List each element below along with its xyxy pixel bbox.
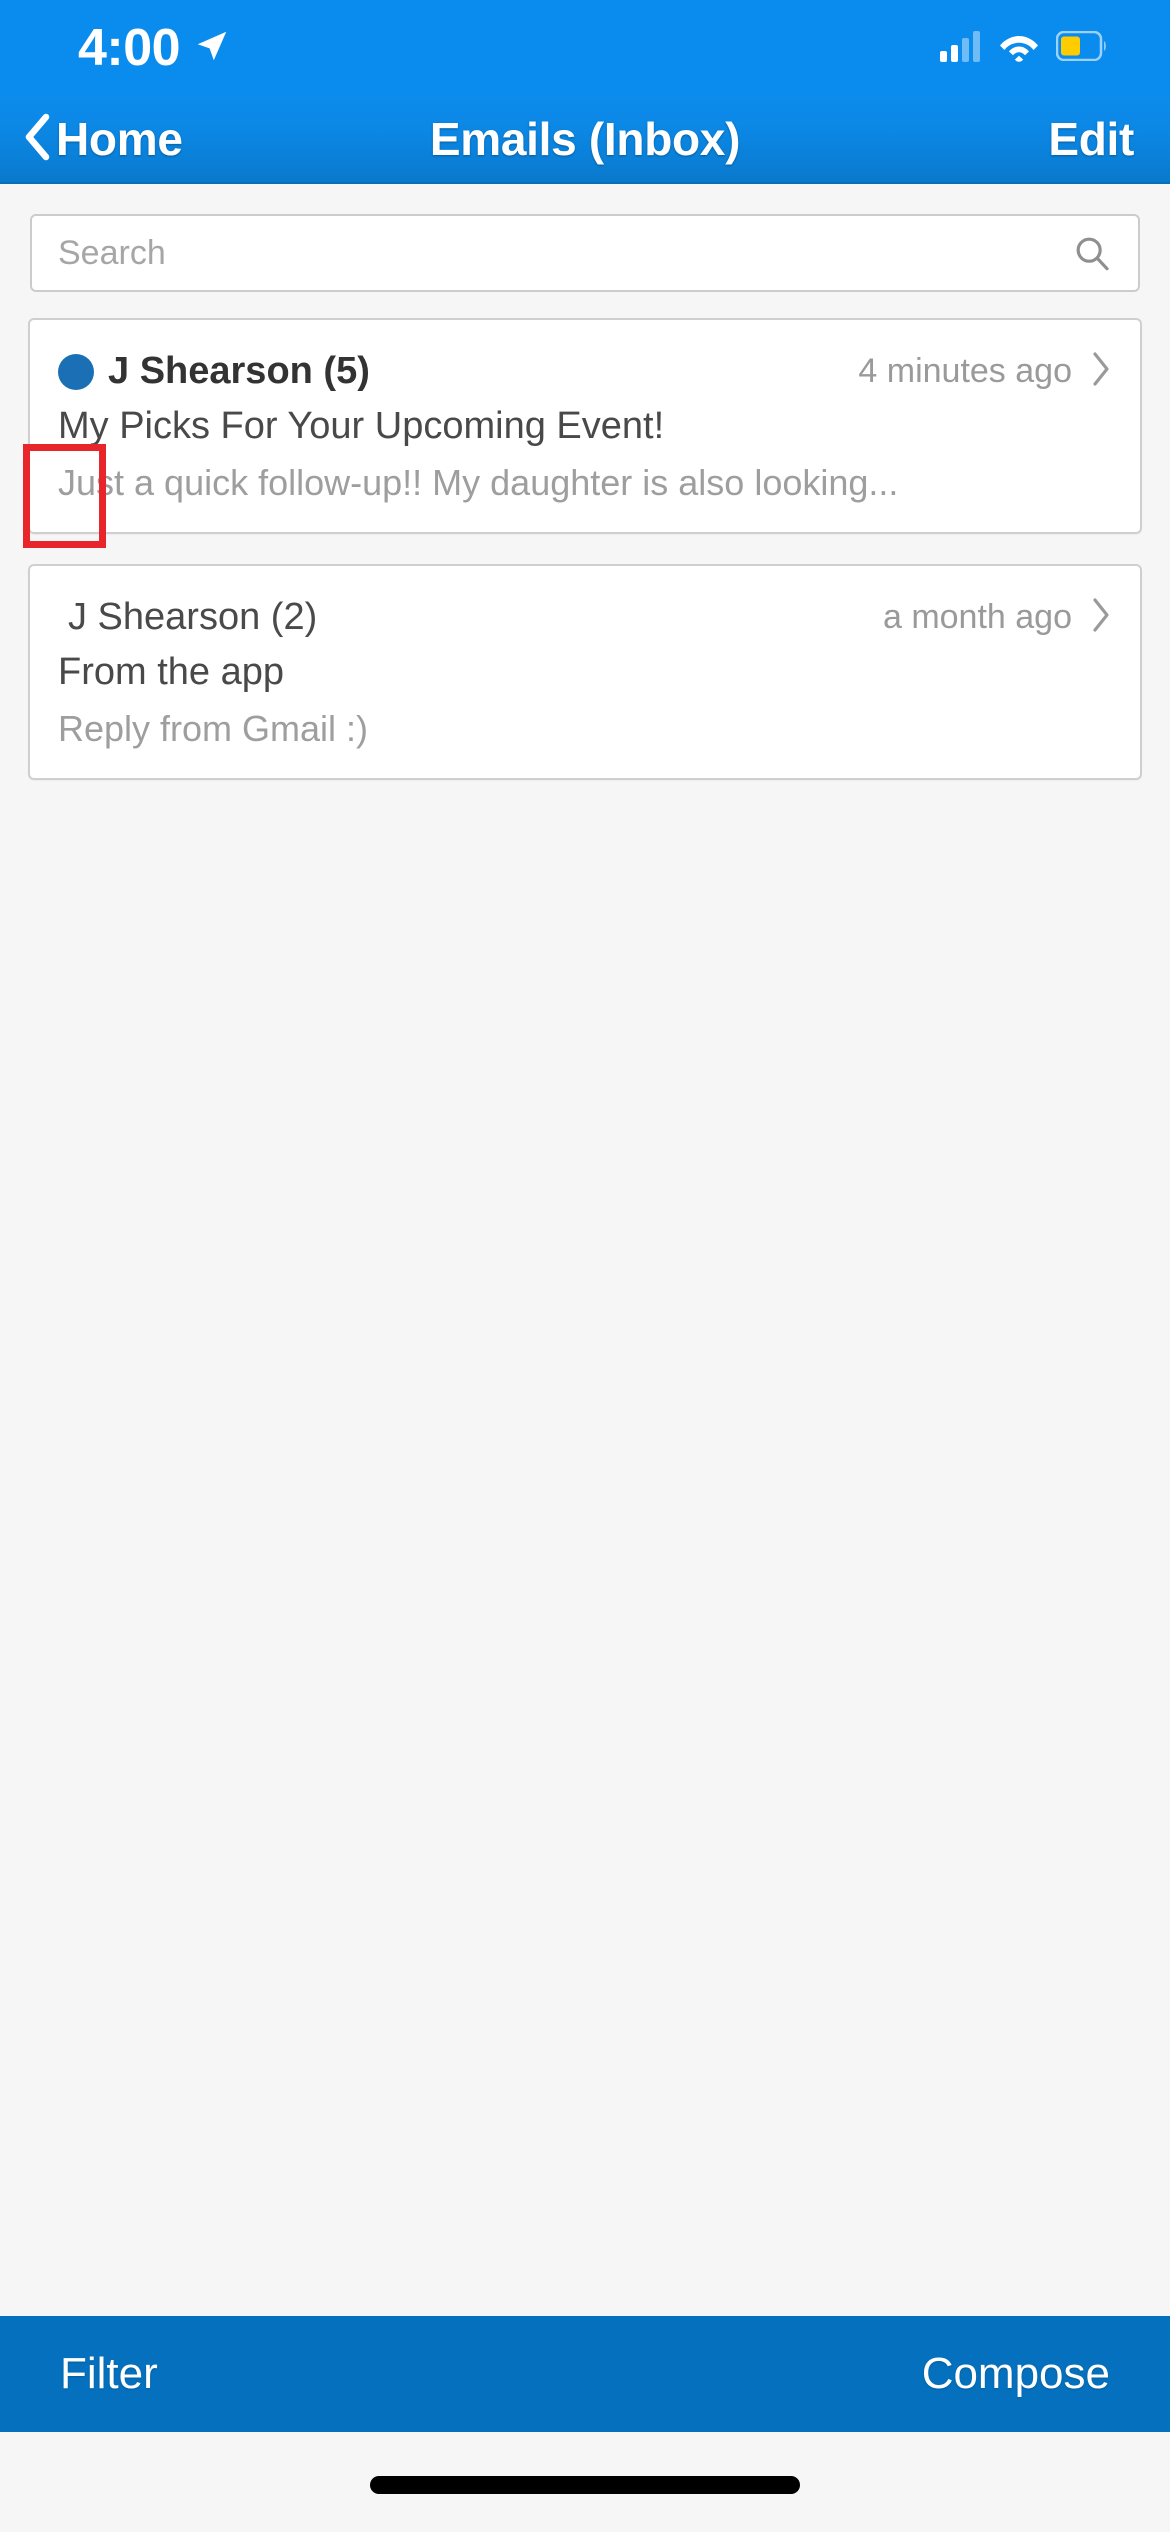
status-bar-left: 4:00 bbox=[78, 22, 230, 74]
unread-indicator-dot[interactable] bbox=[58, 354, 94, 390]
cellular-signal-icon bbox=[940, 30, 982, 67]
email-preview: Just a quick follow-up!! My daughter is … bbox=[58, 462, 1112, 504]
back-button[interactable]: Home bbox=[22, 112, 183, 166]
email-preview: Reply from Gmail :) bbox=[58, 708, 1112, 750]
chevron-right-icon[interactable] bbox=[1090, 351, 1112, 392]
email-meta-group: 4 minutes ago bbox=[858, 351, 1112, 392]
email-sender: J Shearson (5) bbox=[108, 350, 370, 393]
email-list: J Shearson (5) 4 minutes ago My Picks Fo… bbox=[0, 292, 1170, 780]
email-subject: My Picks For Your Upcoming Event! bbox=[58, 405, 1112, 448]
edit-button[interactable]: Edit bbox=[1048, 112, 1134, 166]
email-subject: From the app bbox=[58, 651, 1112, 694]
location-arrow-icon bbox=[194, 28, 230, 69]
back-button-label: Home bbox=[56, 112, 183, 166]
email-timestamp: 4 minutes ago bbox=[858, 352, 1072, 391]
wifi-icon bbox=[998, 30, 1040, 67]
navigation-bar: Home Emails (Inbox) Edit bbox=[0, 96, 1170, 184]
email-sender: J Shearson (2) bbox=[68, 596, 317, 639]
search-icon[interactable] bbox=[1066, 233, 1112, 273]
edit-button-label: Edit bbox=[1048, 113, 1134, 165]
compose-button[interactable]: Compose bbox=[922, 2349, 1110, 2399]
email-header-row: J Shearson (5) 4 minutes ago bbox=[58, 350, 1112, 393]
chevron-right-icon[interactable] bbox=[1090, 597, 1112, 638]
email-list-item[interactable]: J Shearson (2) a month ago From the app … bbox=[28, 564, 1142, 780]
status-bar-right bbox=[940, 30, 1108, 67]
home-indicator[interactable] bbox=[370, 2476, 800, 2494]
battery-icon bbox=[1056, 31, 1108, 66]
search-bar[interactable] bbox=[30, 214, 1140, 292]
content-area: J Shearson (5) 4 minutes ago My Picks Fo… bbox=[0, 184, 1170, 2316]
search-section bbox=[0, 184, 1170, 292]
email-meta-group: a month ago bbox=[883, 597, 1112, 638]
email-timestamp: a month ago bbox=[883, 598, 1072, 637]
bottom-toolbar: Filter Compose bbox=[0, 2316, 1170, 2432]
email-header-row: J Shearson (2) a month ago bbox=[58, 596, 1112, 639]
status-bar: 4:00 bbox=[0, 0, 1170, 96]
filter-button[interactable]: Filter bbox=[60, 2349, 158, 2399]
status-time: 4:00 bbox=[78, 22, 180, 74]
phone-screen: 4:00 bbox=[0, 0, 1170, 2532]
home-indicator-area bbox=[0, 2432, 1170, 2532]
sender-group: J Shearson (2) bbox=[58, 596, 317, 639]
chevron-left-icon bbox=[22, 113, 52, 166]
email-list-item[interactable]: J Shearson (5) 4 minutes ago My Picks Fo… bbox=[28, 318, 1142, 534]
search-input[interactable] bbox=[58, 234, 1066, 273]
sender-group: J Shearson (5) bbox=[58, 350, 370, 393]
